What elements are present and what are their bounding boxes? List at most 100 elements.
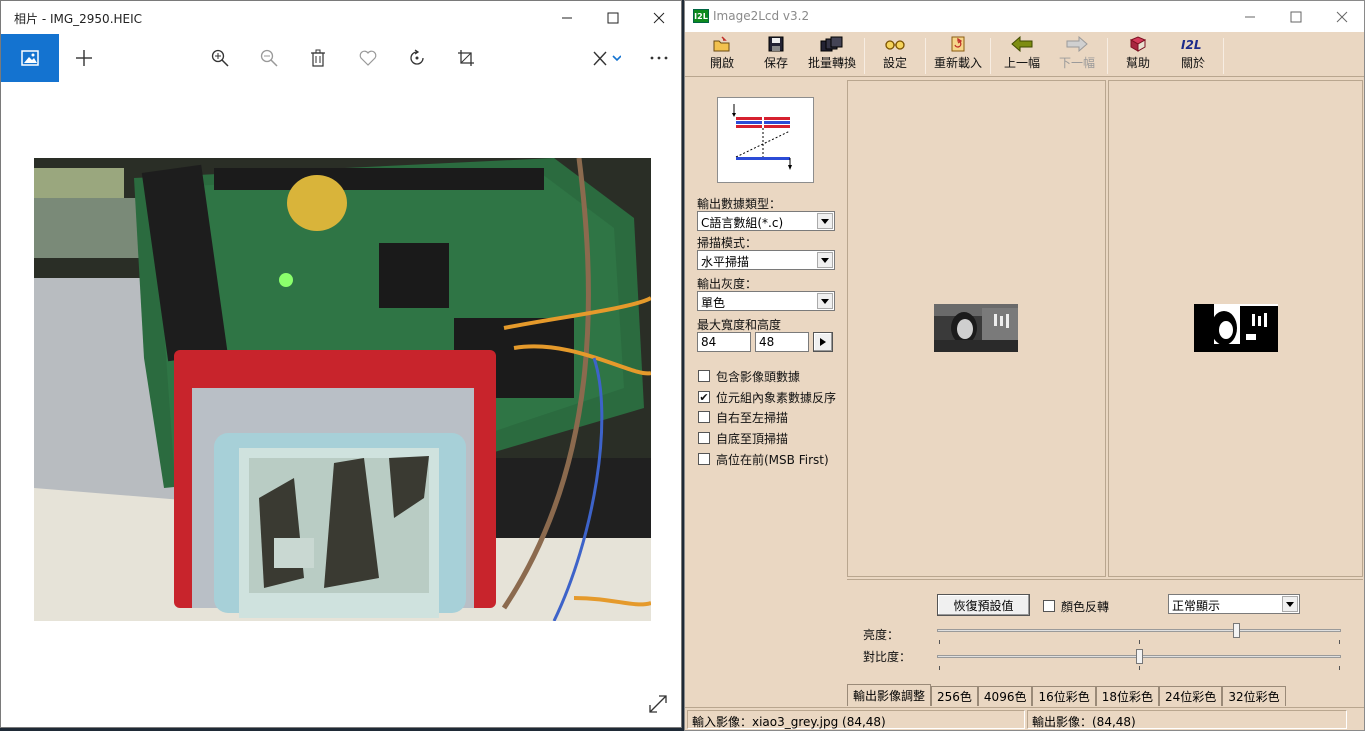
option-include-header[interactable]: 包含影像頭數據 xyxy=(698,368,800,384)
edit-icon xyxy=(593,51,621,66)
next-button[interactable]: 下一幅 xyxy=(1057,36,1097,74)
checkbox-include-header[interactable] xyxy=(698,370,710,382)
photos-toolbar xyxy=(1,34,681,82)
lcd-toolbar: 開啟 保存 批量轉換 設定 重新載入 上一幅 下一幅 幫助 I2L 關於 xyxy=(685,32,1364,77)
status-bar: 輸入影像：xiao3_grey.jpg (84,48) 輸出影像：(84,48) xyxy=(685,707,1364,730)
glasses-icon xyxy=(885,40,905,50)
help-button[interactable]: 幫助 xyxy=(1124,36,1152,74)
option-bottom-to-top[interactable]: 自底至頂掃描 xyxy=(698,430,788,446)
crop-icon xyxy=(458,50,474,66)
arrow-right-icon xyxy=(1066,36,1088,52)
output-type-select[interactable]: C語言數組(*.c) xyxy=(697,211,835,231)
image2lcd-window: I2L Image2Lcd v3.2 開啟 保存 批量轉換 設定 重新載入 上一… xyxy=(684,0,1365,731)
open-button[interactable]: 開啟 xyxy=(705,36,739,74)
checkbox-invert-colors[interactable] xyxy=(1043,600,1055,612)
height-input[interactable]: 48 xyxy=(755,332,809,352)
zoom-in-button[interactable] xyxy=(196,34,244,82)
option-right-to-left[interactable]: 自右至左掃描 xyxy=(698,409,788,425)
lcd-minimize-button[interactable] xyxy=(1227,1,1273,32)
scan-mode-value: 水平掃描 xyxy=(701,255,750,269)
scan-direction-icon xyxy=(732,104,792,170)
option-reverse-bits-label: 位元組內象素數據反序 xyxy=(716,390,837,405)
tab-18bit-color[interactable]: 18位彩色 xyxy=(1095,686,1160,706)
edit-button[interactable] xyxy=(581,34,631,82)
favorite-button[interactable] xyxy=(344,34,392,82)
grey-level-label: 輸出灰度： xyxy=(697,277,758,291)
grey-level-select[interactable]: 單色 xyxy=(697,291,835,311)
contrast-label: 對比度： xyxy=(863,650,912,664)
checkbox-msb-first[interactable] xyxy=(698,453,710,465)
close-button[interactable] xyxy=(636,1,682,34)
brightness-label: 亮度： xyxy=(863,628,900,642)
display-mode-select[interactable]: 正常顯示 xyxy=(1168,594,1300,614)
brightness-slider-thumb[interactable] xyxy=(1232,623,1240,638)
more-button[interactable] xyxy=(635,34,683,82)
invert-colors-option[interactable]: 顏色反轉 xyxy=(1043,598,1109,614)
rotate-button[interactable] xyxy=(393,34,441,82)
about-button[interactable]: I2L 關於 xyxy=(1179,36,1207,74)
toolbar-separator xyxy=(864,38,865,74)
minimize-button[interactable] xyxy=(544,1,590,34)
close-icon xyxy=(653,12,665,23)
option-msb-first-label: 高位在前(MSB First) xyxy=(716,452,829,467)
delete-button[interactable] xyxy=(294,34,342,82)
status-output-image: 輸出影像：(84,48) xyxy=(1027,710,1347,729)
tab-output-adjust[interactable]: 輸出影像調整 xyxy=(847,684,932,706)
heart-icon xyxy=(359,50,377,66)
previous-button[interactable]: 上一幅 xyxy=(1002,36,1042,74)
lcd-maximize-button[interactable] xyxy=(1273,1,1319,32)
maximize-button[interactable] xyxy=(590,1,636,34)
tab-256-color[interactable]: 256色 xyxy=(931,686,978,706)
reset-defaults-button[interactable]: 恢復預設值 xyxy=(937,594,1030,616)
arduino-lcd-photo xyxy=(34,158,651,621)
invert-colors-label: 顏色反轉 xyxy=(1061,599,1110,614)
settings-label: 設定 xyxy=(882,56,907,70)
batch-icon xyxy=(820,36,843,52)
checkbox-right-to-left[interactable] xyxy=(698,411,710,423)
tab-16bit-color[interactable]: 16位彩色 xyxy=(1032,686,1096,706)
save-button[interactable]: 保存 xyxy=(761,36,791,74)
dropdown-arrow-icon xyxy=(1282,596,1298,612)
option-reverse-bits[interactable]: ✔ 位元組內象素數據反序 xyxy=(698,389,836,405)
display-mode-value: 正常顯示 xyxy=(1172,599,1221,613)
maximize-icon xyxy=(1290,11,1302,22)
apply-size-button[interactable] xyxy=(813,332,833,352)
reload-label: 重新載入 xyxy=(933,56,982,70)
batch-convert-button[interactable]: 批量轉換 xyxy=(806,36,858,74)
lcd-title-bar: I2L Image2Lcd v3.2 xyxy=(685,1,1364,32)
scan-mode-select[interactable]: 水平掃描 xyxy=(697,250,835,270)
add-button[interactable] xyxy=(60,34,108,82)
crop-button[interactable] xyxy=(442,34,490,82)
reload-icon xyxy=(951,36,965,52)
view-photo-button[interactable] xyxy=(1,34,59,82)
settings-button[interactable]: 設定 xyxy=(881,36,909,74)
photos-window: 相片 - IMG_2950.HEIC xyxy=(0,0,682,728)
option-bottom-to-top-label: 自底至頂掃描 xyxy=(716,431,789,446)
maximize-icon xyxy=(607,12,619,23)
fullscreen-button[interactable] xyxy=(647,693,669,715)
width-input[interactable]: 84 xyxy=(697,332,751,352)
zoom-out-button[interactable] xyxy=(245,34,293,82)
app-logo-icon: I2L xyxy=(693,9,709,23)
tab-32bit-color[interactable]: 32位彩色 xyxy=(1222,686,1286,706)
output-type-value: C語言數組(*.c) xyxy=(701,216,784,230)
lcd-close-button[interactable] xyxy=(1319,1,1365,32)
contrast-slider-thumb[interactable] xyxy=(1136,649,1143,664)
tab-24bit-color[interactable]: 24位彩色 xyxy=(1159,686,1223,706)
grey-level-value: 單色 xyxy=(701,296,726,310)
toolbar-separator xyxy=(990,38,991,74)
checkbox-bottom-to-top[interactable] xyxy=(698,432,710,444)
option-include-header-label: 包含影像頭數據 xyxy=(716,369,801,384)
play-arrow-icon xyxy=(820,338,826,346)
more-icon xyxy=(650,56,668,60)
scan-preview xyxy=(717,97,814,183)
dropdown-arrow-icon xyxy=(817,293,833,309)
tab-4096-color[interactable]: 4096色 xyxy=(977,686,1033,706)
color-tabs: 輸出影像調整 256色 4096色 16位彩色 18位彩色 24位彩色 32位彩… xyxy=(847,684,1286,706)
option-msb-first[interactable]: 高位在前(MSB First) xyxy=(698,451,829,467)
checkbox-reverse-bits[interactable]: ✔ xyxy=(698,391,710,403)
previous-label: 上一幅 xyxy=(1003,56,1040,70)
reload-button[interactable]: 重新載入 xyxy=(932,36,984,74)
zoom-in-icon xyxy=(211,49,229,67)
open-folder-icon xyxy=(713,36,730,52)
